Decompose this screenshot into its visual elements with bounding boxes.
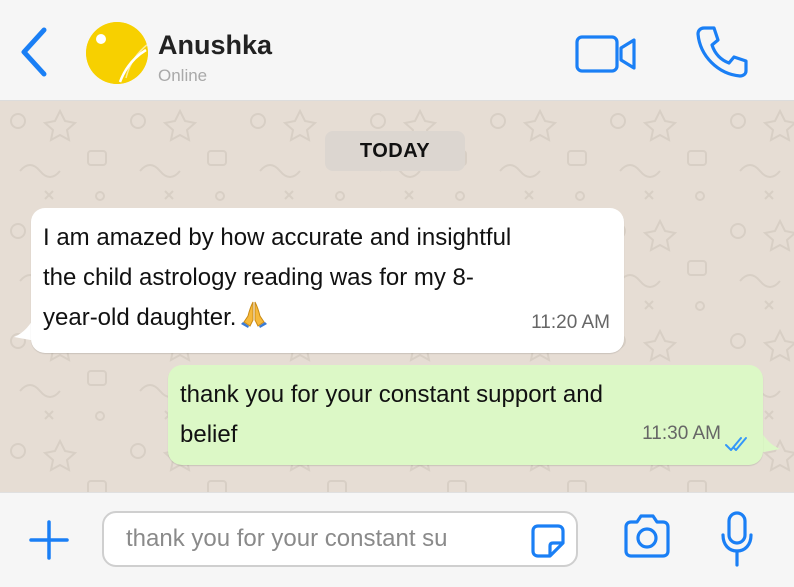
avatar[interactable]	[86, 22, 148, 84]
microphone-button[interactable]	[720, 511, 754, 567]
message-line-with-emoji: year-old daughter.	[43, 298, 511, 338]
microphone-icon	[721, 511, 753, 567]
chat-area[interactable]: TODAY I am amazed by how accurate and in…	[0, 101, 794, 492]
video-call-button[interactable]	[574, 34, 640, 74]
message-line: belief	[180, 421, 238, 448]
message-input[interactable]	[126, 521, 498, 557]
message-line: the child astrology reading was for my 8…	[43, 264, 474, 291]
sticker-icon	[531, 524, 565, 558]
contact-name[interactable]: Anushka	[158, 30, 272, 61]
double-check-icon	[725, 437, 747, 451]
message-line: I am amazed by how accurate and insightf…	[43, 224, 512, 251]
sticker-button[interactable]	[529, 523, 567, 559]
folded-hands-icon	[241, 301, 268, 328]
camera-button[interactable]	[622, 513, 672, 559]
message-composer	[0, 492, 794, 587]
contact-status: Online	[158, 66, 208, 85]
message-text: thank you for your constant support and …	[180, 375, 603, 455]
back-button[interactable]	[14, 26, 54, 78]
incoming-message[interactable]: I am amazed by how accurate and insightf…	[31, 208, 624, 353]
video-camera-icon	[575, 35, 636, 73]
plus-icon	[29, 520, 69, 560]
message-line: year-old daughter.	[43, 304, 237, 331]
phone-icon	[696, 26, 748, 78]
message-time: 11:30 AM	[642, 423, 721, 444]
message-text: I am amazed by how accurate and insightf…	[43, 218, 511, 338]
outgoing-message[interactable]: thank you for your constant support and …	[168, 365, 763, 465]
voice-call-button[interactable]	[694, 24, 750, 78]
message-input-container[interactable]	[102, 511, 578, 567]
attach-button[interactable]	[28, 519, 70, 561]
chat-header: Anushka Online	[0, 0, 794, 101]
date-separator: TODAY	[325, 131, 465, 171]
avatar-ball-icon	[86, 22, 148, 84]
message-time: 11:20 AM	[531, 312, 610, 333]
message-line: thank you for your constant support and	[180, 381, 603, 408]
chevron-left-icon	[21, 27, 47, 77]
camera-icon	[624, 514, 670, 558]
